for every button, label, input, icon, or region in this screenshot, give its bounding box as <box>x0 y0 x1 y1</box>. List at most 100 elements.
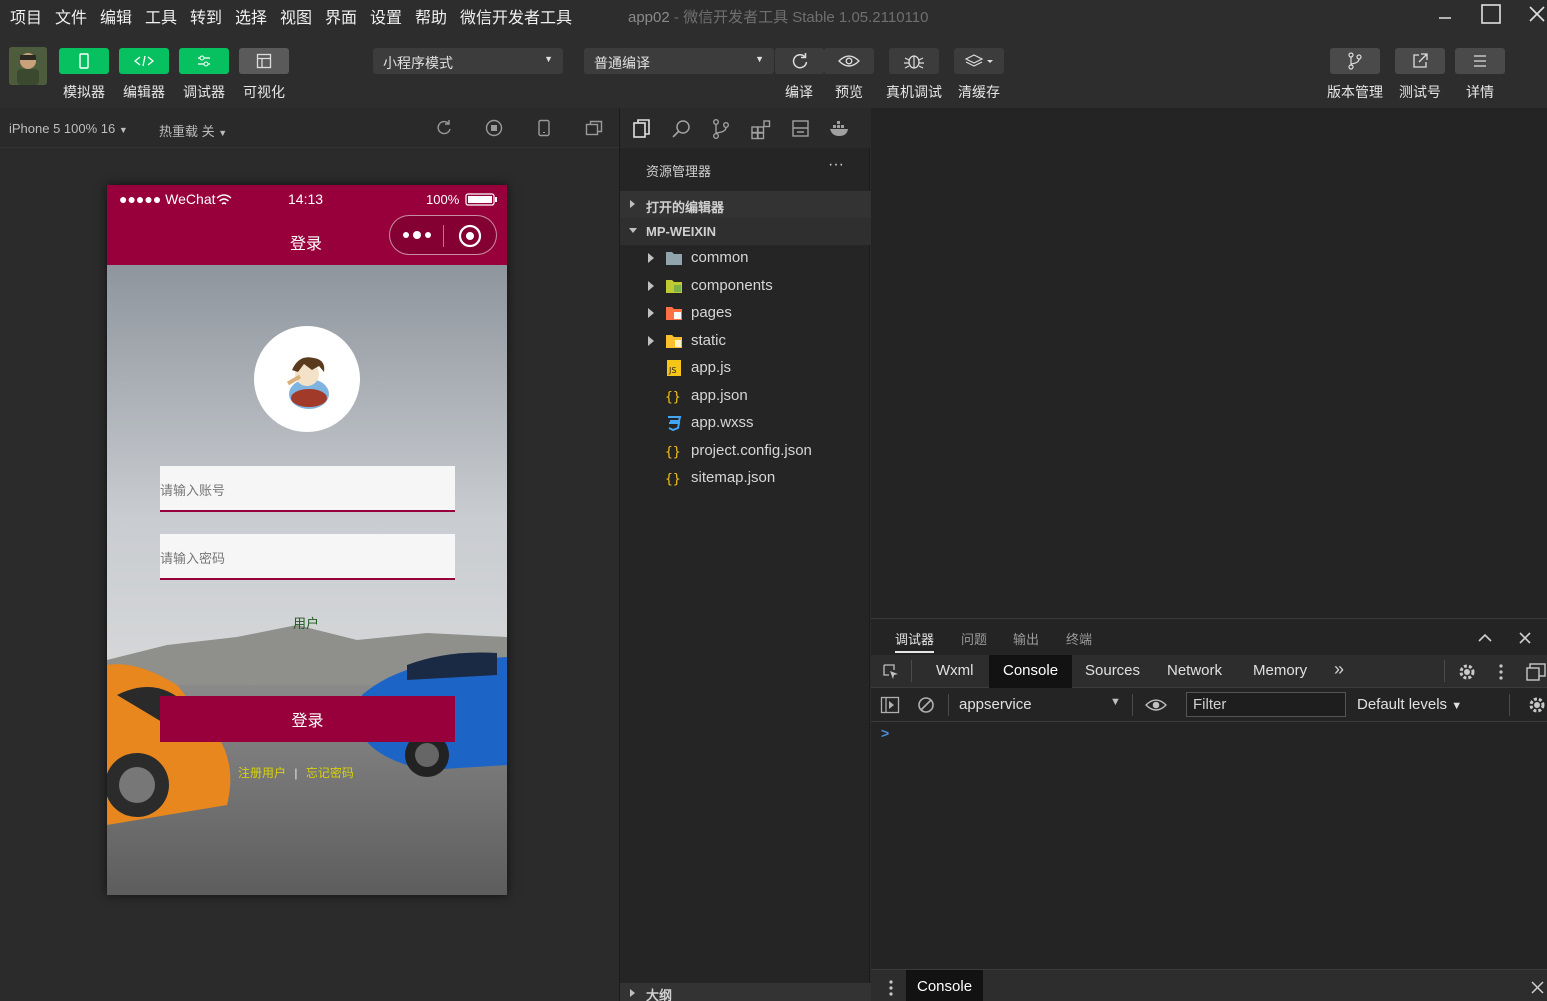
console-filter-input[interactable]: Filter <box>1186 692 1346 717</box>
tree-item-sitemap-json[interactable]: {} sitemap.json <box>620 465 871 492</box>
docker-icon[interactable] <box>829 118 851 140</box>
menu-goto[interactable]: 转到 <box>190 4 222 28</box>
caret-down-icon[interactable]: ▼ <box>1110 696 1121 708</box>
device-select[interactable]: iPhone 5 100% 16 ▼ <box>9 121 128 136</box>
forgot-password-link[interactable]: 忘记密码 <box>306 766 354 780</box>
search-icon[interactable] <box>671 118 693 140</box>
close-window-button[interactable] <box>1514 0 1547 28</box>
user-role-label[interactable]: 用户 <box>293 613 319 632</box>
menu-view[interactable]: 视图 <box>280 4 312 28</box>
tab-sources[interactable]: Sources <box>1071 655 1154 688</box>
components-folder-icon <box>666 280 682 293</box>
menu-file[interactable]: 文件 <box>55 4 87 28</box>
menu-help[interactable]: 帮助 <box>415 4 447 28</box>
code-icon <box>133 55 155 67</box>
console-settings-icon[interactable] <box>1527 695 1547 715</box>
kebab-menu-icon[interactable] <box>1498 663 1504 681</box>
log-levels-select[interactable]: Default levels ▼ <box>1357 696 1462 713</box>
compile-button[interactable] <box>774 48 824 74</box>
login-button[interactable]: 登录 <box>160 696 455 742</box>
tab-problems[interactable]: 问题 <box>961 629 987 648</box>
clear-cache-button[interactable] <box>954 48 1004 74</box>
mode-select[interactable]: 小程序模式 ▼ <box>373 48 563 74</box>
open-editors-label: 打开的编辑器 <box>646 200 725 215</box>
rotate-icon[interactable] <box>435 119 453 137</box>
open-editors-section[interactable]: 打开的编辑器 <box>620 191 871 218</box>
context-select[interactable]: appservice <box>959 696 1032 713</box>
detach-window-icon[interactable] <box>585 119 603 137</box>
tab-console[interactable]: Console <box>989 655 1073 688</box>
tree-item-app-json[interactable]: {} app.json <box>620 383 871 410</box>
tree-item-common[interactable]: common <box>620 245 871 272</box>
menu-wechat-devtools[interactable]: 微信开发者工具 <box>460 4 572 28</box>
extensions-icon[interactable] <box>750 118 772 140</box>
storage-icon[interactable] <box>790 118 812 140</box>
menu-edit[interactable]: 编辑 <box>100 4 132 28</box>
tree-item-app-wxss[interactable]: app.wxss <box>620 410 871 437</box>
register-link[interactable]: 注册用户 <box>238 766 286 780</box>
menu-project[interactable]: 项目 <box>10 4 42 28</box>
tree-item-static[interactable]: static <box>620 328 871 355</box>
close-drawer-icon[interactable] <box>1531 981 1544 994</box>
debugger-toggle-button[interactable] <box>179 48 229 74</box>
simulator-toggle-button[interactable] <box>59 48 109 74</box>
files-icon[interactable] <box>631 118 653 140</box>
chevron-up-icon[interactable] <box>1477 631 1493 645</box>
console-toolbar: appservice ▼ Filter Default levels ▼ <box>871 688 1547 722</box>
battery-icon <box>465 193 497 206</box>
drawer-menu-icon[interactable] <box>888 979 894 997</box>
outline-section[interactable]: 大纲 <box>620 983 871 1001</box>
user-avatar[interactable] <box>9 47 47 85</box>
inspect-element-icon[interactable] <box>882 663 900 681</box>
close-miniprogram-icon[interactable] <box>458 224 482 248</box>
tab-wxml[interactable]: Wxml <box>922 655 988 688</box>
tree-item-app-js[interactable]: JS app.js <box>620 355 871 382</box>
details-button[interactable] <box>1455 48 1505 74</box>
menu-interface[interactable]: 界面 <box>325 4 357 28</box>
tab-debugger[interactable]: 调试器 <box>895 629 935 653</box>
preview-button[interactable] <box>824 48 874 74</box>
menu-settings[interactable]: 设置 <box>370 4 402 28</box>
device-icon[interactable] <box>535 119 553 137</box>
hot-reload-value: 热重载 关 <box>159 124 215 139</box>
clear-console-icon[interactable] <box>917 696 935 714</box>
close-icon <box>1529 6 1545 22</box>
hot-reload-select[interactable]: 热重载 关 ▼ <box>159 121 227 140</box>
eye-icon[interactable] <box>1145 697 1167 713</box>
tree-item-pages[interactable]: pages <box>620 300 871 327</box>
menu-select[interactable]: 选择 <box>235 4 267 28</box>
project-section[interactable]: MP-WEIXIN <box>620 218 871 245</box>
maximize-button[interactable] <box>1468 0 1514 28</box>
tab-network[interactable]: Network <box>1153 655 1236 688</box>
stop-icon[interactable] <box>485 119 503 137</box>
settings-gear-icon[interactable] <box>1457 662 1477 682</box>
account-input[interactable]: 请输入账号 <box>160 466 455 512</box>
minimize-button[interactable] <box>1422 0 1468 28</box>
visual-toggle-button[interactable] <box>239 48 289 74</box>
close-panel-icon[interactable] <box>1518 631 1532 645</box>
simulator-label: 模拟器 <box>63 84 105 100</box>
menu-tools[interactable]: 工具 <box>145 4 177 28</box>
source-control-icon[interactable] <box>710 118 732 140</box>
version-control-button[interactable] <box>1330 48 1380 74</box>
explorer-more-button[interactable]: ··· <box>828 156 844 174</box>
editor-toggle-button[interactable] <box>119 48 169 74</box>
tab-terminal[interactable]: 终端 <box>1066 629 1092 648</box>
test-account-button[interactable] <box>1395 48 1445 74</box>
project-name: MP-WEIXIN <box>646 224 717 239</box>
activity-bar <box>620 108 871 148</box>
console-prompt[interactable]: > <box>881 725 889 741</box>
remote-debug-button[interactable] <box>889 48 939 74</box>
toggle-sidebar-icon[interactable] <box>880 695 900 715</box>
tree-item-components[interactable]: components <box>620 273 871 300</box>
tree-item-project-config-json[interactable]: {} project.config.json <box>620 438 871 465</box>
password-input[interactable]: 请输入密码 <box>160 534 455 580</box>
compile-mode-select[interactable]: 普通编译 ▼ <box>584 48 774 74</box>
phone-header: ●●●●● WeChat 14:13 100% 登录 <box>107 185 507 265</box>
drawer-tab-console[interactable]: Console <box>906 970 984 1001</box>
tab-output[interactable]: 输出 <box>1013 629 1039 648</box>
more-dots-icon[interactable] <box>402 228 432 242</box>
dock-side-icon[interactable] <box>1526 663 1546 681</box>
more-tabs-icon[interactable]: » <box>1334 659 1344 680</box>
tab-memory[interactable]: Memory <box>1239 655 1321 688</box>
